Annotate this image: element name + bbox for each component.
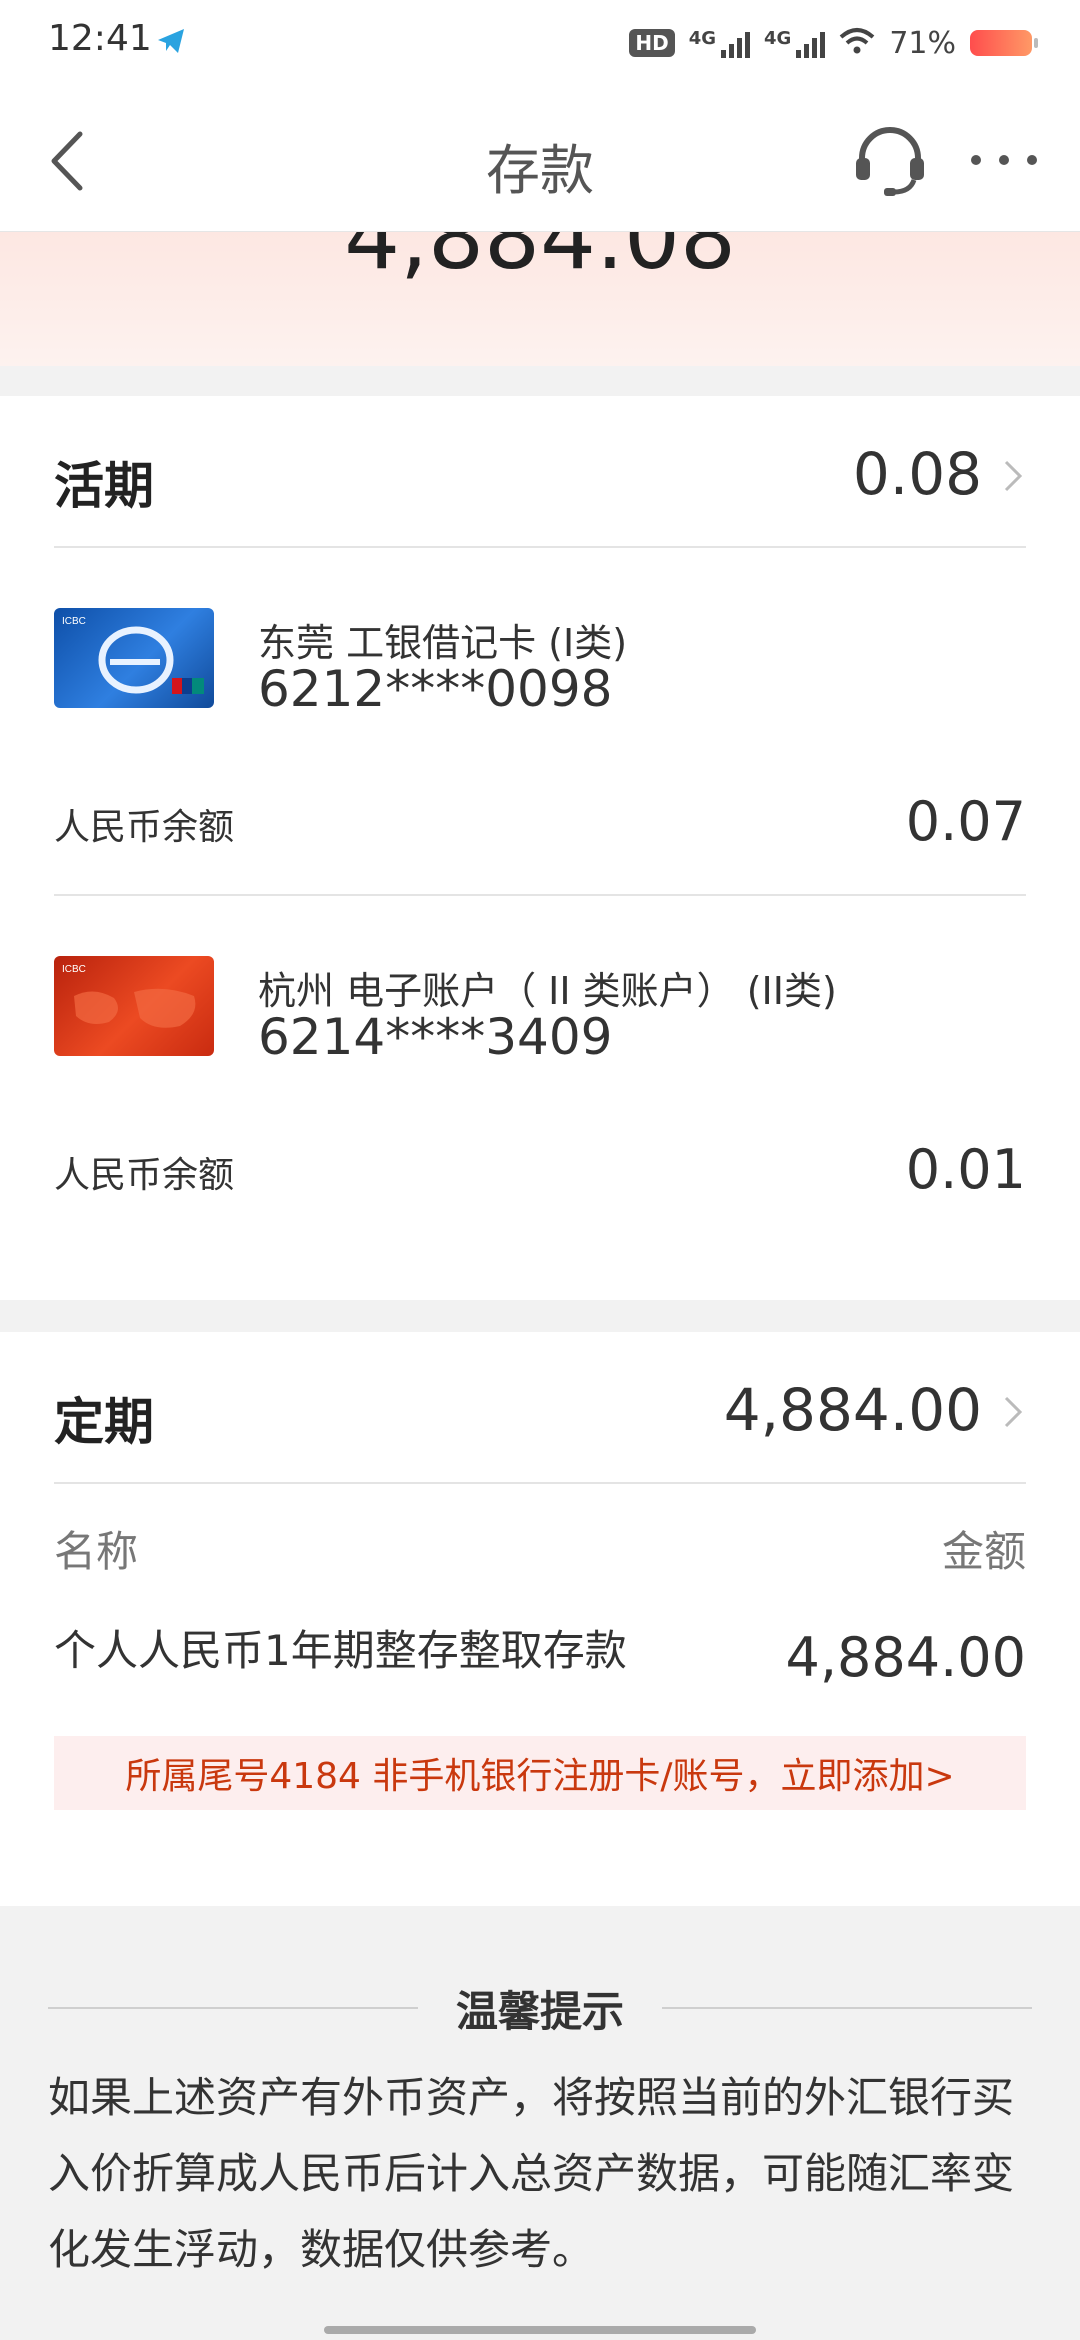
customer-service-button[interactable]: [850, 120, 930, 200]
more-dots-icon: [971, 155, 1037, 165]
current-title: 活期: [54, 457, 154, 515]
battery-percent: 71%: [889, 25, 956, 61]
tip-title: 温馨提示: [455, 1987, 624, 2036]
chevron-right-icon: [1004, 460, 1023, 492]
signal-icon-2: 4G: [764, 28, 826, 58]
current-total: 0.08: [852, 440, 982, 508]
account-number: 6214****3409: [258, 1008, 613, 1066]
telegram-icon: [156, 26, 186, 60]
fixed-deposit-section: 定期 4,884.00 名称 金额 个人人民币1年期整存整取存款 4,884.0…: [0, 1332, 1080, 1906]
signal-icon: 4G: [689, 28, 750, 58]
headset-icon: [856, 127, 924, 196]
fixed-total: 4,884.00: [723, 1376, 982, 1444]
tip-header: 温馨提示: [48, 1978, 1032, 2038]
account-item[interactable]: ICBC 杭州 电子账户（ II 类账户） (II类) 6214****3409…: [54, 956, 1026, 1216]
chevron-right-icon: [1004, 1396, 1023, 1428]
deposit-amount: 4,884.00: [785, 1626, 1026, 1689]
fixed-header[interactable]: 定期 4,884.00: [54, 1332, 1026, 1484]
add-account-notice[interactable]: 所属尾号4184 非手机银行注册卡/账号，立即添加>: [54, 1736, 1026, 1810]
column-amount-header: 金额: [941, 1527, 1026, 1576]
column-name-header: 名称: [54, 1527, 139, 1576]
more-button[interactable]: [964, 120, 1044, 200]
hd-badge: HD: [629, 29, 675, 57]
home-indicator[interactable]: [324, 2326, 756, 2334]
account-name: 东莞 工银借记卡 (I类): [258, 621, 628, 665]
svg-text:ICBC: ICBC: [62, 616, 86, 627]
battery-icon: [970, 30, 1038, 56]
account-number: 6212****0098: [258, 660, 613, 718]
svg-text:ICBC: ICBC: [62, 964, 86, 975]
balance-value: 0.07: [905, 790, 1026, 853]
account-name: 杭州 电子账户（ II 类账户） (II类): [258, 969, 837, 1013]
app-header: 存款: [0, 86, 1080, 232]
divider: [54, 894, 1026, 896]
deposit-name: 个人人民币1年期整存整取存款: [54, 1626, 627, 1675]
icbc-card-icon: ICBC: [54, 608, 214, 708]
fixed-title: 定期: [54, 1393, 154, 1451]
status-bar: 12:41 HD 4G 4G 71%: [0, 0, 1080, 86]
balance-label: 人民币余额: [54, 1155, 235, 1196]
icbc-ecard-icon: ICBC: [54, 956, 214, 1056]
total-amount: 4,884.08: [344, 232, 736, 289]
account-item[interactable]: ICBC 东莞 工银借记卡 (I类) 6212****0098 人民币余额 0.…: [54, 608, 1026, 868]
balance-label: 人民币余额: [54, 807, 235, 848]
current-deposit-section: 活期 0.08 ICBC 东莞 工银借记卡 (I类) 6212****0098 …: [0, 396, 1080, 1300]
tip-body: 如果上述资产有外币资产，将按照当前的外汇银行买入价折算成人民币后计入总资产数据，…: [48, 2073, 1015, 2274]
current-header[interactable]: 活期 0.08: [54, 396, 1026, 548]
status-icons: HD 4G 4G 71%: [629, 18, 1038, 68]
status-time: 12:41: [48, 18, 152, 59]
wifi-icon: [839, 27, 875, 59]
balance-value: 0.01: [905, 1138, 1026, 1201]
total-assets-banner: 4,884.08: [0, 232, 1080, 366]
